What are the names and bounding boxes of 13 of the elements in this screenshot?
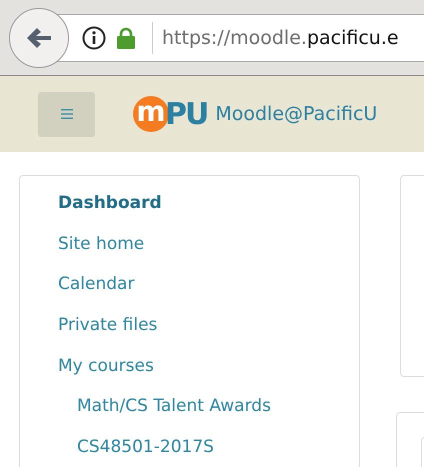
site-logo[interactable]: mPU bbox=[133, 96, 208, 132]
back-arrow-icon bbox=[26, 27, 52, 49]
nav-link[interactable]: Site home bbox=[58, 234, 144, 255]
nav-link[interactable]: Private files bbox=[58, 315, 158, 336]
nav-link[interactable]: Dashboard bbox=[58, 193, 162, 214]
nav-link[interactable]: CS48501-2017S bbox=[77, 437, 214, 458]
lock-icon[interactable] bbox=[116, 27, 136, 49]
nav-link[interactable]: Math/CS Talent Awards bbox=[77, 396, 271, 418]
info-icon[interactable] bbox=[82, 26, 106, 50]
nav-link[interactable]: Calendar bbox=[58, 274, 134, 296]
site-name[interactable]: Moodle@PacificU bbox=[215, 103, 378, 125]
nav-link[interactable]: My courses bbox=[58, 356, 154, 377]
menu-icon bbox=[60, 109, 72, 119]
